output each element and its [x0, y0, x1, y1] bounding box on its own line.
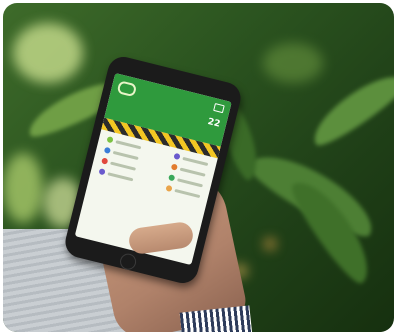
foliage-light-patch	[263, 43, 323, 83]
menu-label	[107, 171, 134, 181]
menu-icon	[106, 136, 114, 144]
menu-icon	[103, 146, 112, 155]
photo: 22	[3, 3, 394, 332]
menu-icon	[170, 163, 178, 171]
leaf	[304, 64, 394, 152]
app-balance: 22	[206, 116, 222, 130]
home-button	[118, 251, 138, 272]
menu-icon	[173, 152, 181, 161]
menu-icon	[165, 184, 173, 193]
menu-icon	[98, 168, 106, 176]
menu-icon	[168, 174, 176, 182]
cart-icon	[213, 103, 225, 114]
menu-label	[174, 188, 201, 198]
bokeh-orange	[265, 239, 275, 249]
menu-icon	[101, 157, 109, 165]
foliage-light-patch	[13, 23, 83, 83]
app-logo-icon	[116, 80, 138, 98]
foliage-light-patch	[3, 153, 43, 223]
